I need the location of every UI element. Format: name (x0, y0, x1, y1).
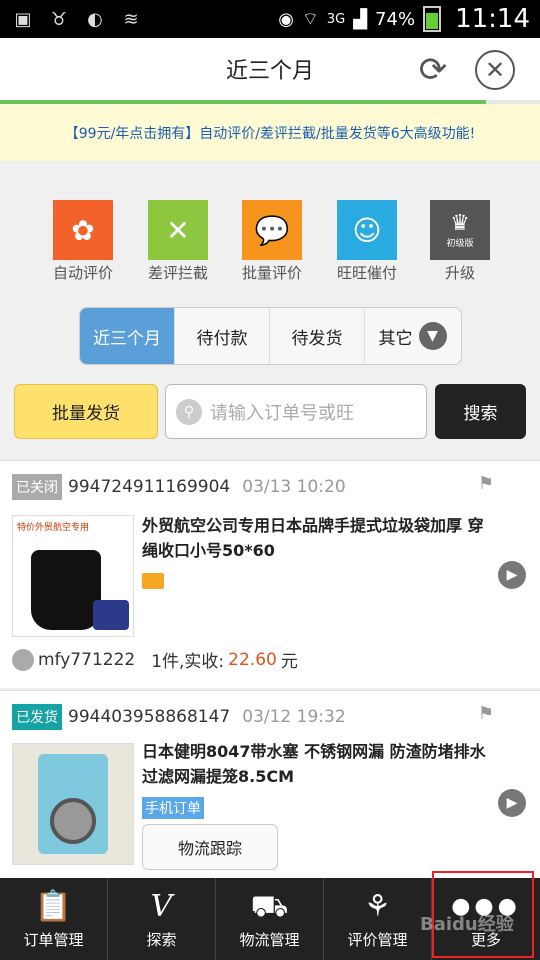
battery-icon (423, 6, 442, 32)
refresh-button[interactable]: ⟳ (413, 50, 453, 90)
search-icon: ⚲ (176, 398, 202, 425)
avatar (12, 648, 34, 671)
currency-unit: 元 (280, 652, 298, 672)
version-badge: 初级版 (446, 239, 474, 249)
v-icon: V (150, 888, 173, 924)
feature-label: 旺旺催付 (336, 264, 397, 282)
order-card[interactable]: 已关闭 994724911169904 03/13 10:20 ⚑ 特价外贸航空… (0, 460, 540, 688)
wifi-hotspot-icon: ≋ (123, 8, 139, 30)
tab-label: 近三个月 (93, 328, 161, 349)
signal-icon: ▟ (353, 8, 368, 30)
battery-text: 74% (375, 8, 416, 30)
promo-text: 【99元/年点击拥有】自动评价/差评拦截/批量发货等6大高级功能! (64, 125, 476, 142)
flag-icon[interactable]: ⚑ (478, 703, 494, 724)
nav-label: 订单管理 (23, 930, 84, 949)
nav-explore[interactable]: V 探索 (108, 878, 216, 960)
tab-label: 待发货 (291, 328, 343, 349)
clipboard-icon: 📋 (34, 888, 73, 924)
status-badge: 已关闭 (12, 474, 62, 500)
close-button[interactable]: ✕ (475, 50, 515, 90)
product-thumbnail[interactable]: 特价外贸航空专用 (12, 515, 134, 637)
tulip-icon: ⚘ (364, 888, 391, 924)
search-placeholder: 请输入订单号或旺 (210, 402, 354, 424)
card-icon (142, 573, 164, 589)
tab-label: 其它 (378, 328, 413, 349)
cow-app-icon: ♉ (50, 8, 68, 30)
nav-label: 探索 (146, 930, 177, 949)
search-input[interactable]: ⚲ 请输入订单号或旺 (165, 384, 427, 439)
chevron-down-icon: ▼ (418, 322, 447, 350)
promo-banner[interactable]: 【99元/年点击拥有】自动评价/差评拦截/批量发货等6大高级功能! (0, 104, 540, 162)
order-filter-tabs: 近三个月 待付款 待发货 其它 ▼ (79, 307, 462, 365)
page-title: 近三个月 (225, 59, 314, 84)
tab-label: 待付款 (196, 328, 248, 349)
crown-icon: ♛ 初级版 (430, 200, 490, 260)
feature-upgrade[interactable]: ♛ 初级版 升级 (422, 200, 498, 283)
order-number: 994724911169904 (68, 477, 231, 497)
order-card[interactable]: 已发货 994403958868147 03/12 19:32 ⚑ 日本健明80… (0, 690, 540, 878)
trash-bag-image (31, 550, 101, 630)
feature-wangwang-remind[interactable]: ☺ 旺旺催付 (329, 200, 405, 283)
nav-review-management[interactable]: ⚘ 评价管理 (324, 878, 432, 960)
tab-awaiting-payment[interactable]: 待付款 (175, 308, 270, 364)
flag-icon[interactable]: ⚑ (478, 473, 494, 494)
nav-order-management[interactable]: 📋 订单管理 (0, 878, 108, 960)
tab-last-three-months[interactable]: 近三个月 (80, 308, 175, 364)
network-type: 3G (326, 11, 346, 27)
quantity-text: 1件,实收: (151, 652, 225, 672)
batch-ship-button[interactable]: 批量发货 (14, 384, 158, 439)
order-time: 03/13 10:20 (242, 477, 346, 497)
thumb-caption: 特价外贸航空专用 (17, 523, 90, 533)
truck-icon: ⛟ (250, 888, 289, 924)
nav-label: 物流管理 (239, 930, 300, 949)
clock: 11:14 (455, 4, 530, 34)
smiley-icon: ☺ (337, 200, 397, 260)
header: 近三个月 ⟳ ✕ (0, 38, 540, 100)
flower-icon: ✿ (53, 200, 113, 260)
qq-icon: ◐ (87, 8, 103, 30)
feature-label: 升级 (444, 264, 475, 282)
product-thumbnail[interactable] (12, 743, 134, 865)
feature-label: 自动评价 (52, 264, 113, 282)
buyer-line: mfy771222 1件,实收: 22.60 元 (12, 647, 298, 672)
product-title[interactable]: 日本健明8047带水塞 不锈钢网漏 防渣防堵排水过滤网漏提笼8.5CM (142, 739, 487, 789)
chat-bubbles-icon: 💬 (242, 200, 302, 260)
buyer-name: mfy771222 (38, 649, 136, 670)
feature-label: 差评拦截 (147, 264, 208, 282)
search-button[interactable]: 搜索 (435, 384, 526, 439)
tab-awaiting-shipment[interactable]: 待发货 (270, 308, 365, 364)
order-time: 03/12 19:32 (242, 707, 346, 727)
wifi-icon: ⌔ (301, 8, 319, 30)
chevron-right-icon[interactable]: ▶ (498, 789, 526, 817)
order-number: 994403958868147 (68, 707, 231, 727)
strainer-package-image (38, 754, 108, 854)
nav-logistics[interactable]: ⛟ 物流管理 (216, 878, 324, 960)
watermark: Baidu经验 (420, 914, 514, 935)
feature-batch-review[interactable]: 💬 批量评价 (234, 200, 310, 283)
shield-x-icon: ✕ (148, 200, 208, 260)
tab-other[interactable]: 其它 ▼ (365, 308, 460, 364)
gallery-icon: ▣ (14, 8, 32, 30)
feature-label: 批量评价 (241, 264, 302, 282)
feature-auto-review[interactable]: ✿ 自动评价 (45, 200, 121, 283)
status-bar: ▣ ♉ ◐ ≋ ◉ ⌔ 3G ▟ 74% 11:14 (0, 0, 540, 38)
track-shipment-button[interactable]: 物流跟踪 (142, 824, 278, 870)
nav-label: 评价管理 (347, 930, 408, 949)
status-badge: 已发货 (12, 704, 62, 730)
product-title[interactable]: 外贸航空公司专用日本品牌手提式垃圾袋加厚 穿绳收口小号50*60 (142, 513, 487, 563)
feature-block-bad-review[interactable]: ✕ 差评拦截 (140, 200, 216, 283)
feature-grid: ✿ 自动评价 ✕ 差评拦截 💬 批量评价 ☺ 旺旺催付 ♛ 初级版 升级 (0, 200, 540, 290)
amount: 22.60 (228, 649, 277, 670)
eye-icon: ◉ (278, 8, 294, 30)
chevron-right-icon[interactable]: ▶ (498, 561, 526, 589)
refresh-icon: ⟳ (418, 50, 448, 90)
mobile-order-tag: 手机订单 (142, 797, 204, 819)
strainer-image (50, 798, 96, 844)
close-icon: ✕ (484, 56, 506, 84)
package-image (93, 600, 129, 630)
